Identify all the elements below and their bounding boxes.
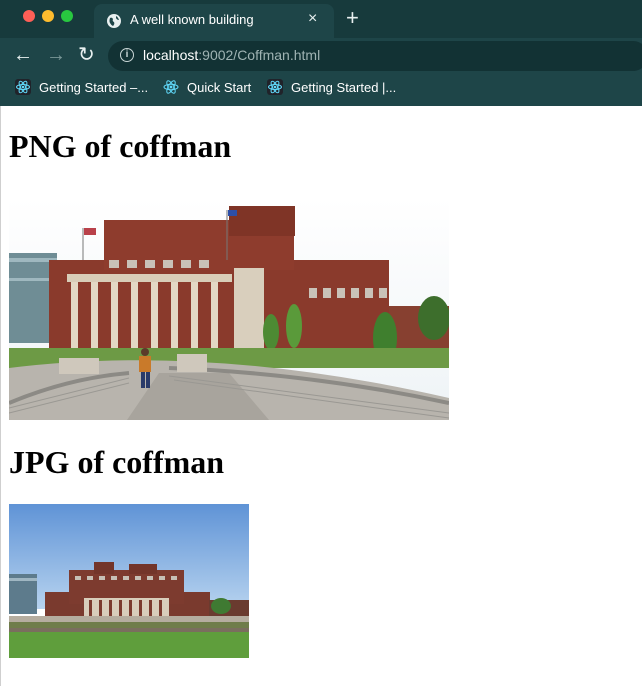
tab-title: A well known building (130, 12, 254, 27)
jpg-heading: JPG of coffman (9, 444, 225, 480)
png-heading: PNG of coffman (9, 128, 232, 164)
bookmark-label: Getting Started |... (291, 79, 397, 95)
address-bar[interactable]: i localhost:9002/Coffman.html (108, 41, 642, 71)
bookmark-item[interactable]: Quick Start (163, 76, 251, 98)
url-host: localhost (143, 47, 199, 63)
globe-icon (106, 13, 122, 34)
close-window-button[interactable] (23, 10, 35, 22)
page-content: PNG of coffman JPG of coffman (0, 106, 642, 686)
react-icon (15, 79, 31, 95)
bookmark-label: Quick Start (187, 79, 252, 95)
jpg-building-photo (9, 504, 249, 658)
back-button[interactable]: ← (13, 44, 33, 66)
url-path: :9002/Coffman.html (198, 47, 321, 63)
tab-active[interactable]: A well known building × (94, 4, 334, 38)
bookmark-label: Getting Started –... (39, 79, 149, 95)
react-icon (267, 79, 283, 95)
forward-button[interactable]: → (46, 44, 66, 66)
bookmarks-bar: Getting Started –... Quick Start Getting… (0, 76, 642, 98)
react-icon (163, 80, 179, 94)
reload-button[interactable]: ↻ (78, 44, 95, 66)
maximize-window-button[interactable] (61, 10, 73, 22)
bookmark-item[interactable]: Getting Started |... (267, 76, 396, 98)
png-building-photo (9, 198, 449, 420)
minimize-window-button[interactable] (42, 10, 54, 22)
info-icon[interactable]: i (120, 48, 134, 62)
tab-close-icon[interactable]: × (308, 10, 317, 28)
url-text[interactable]: localhost:9002/Coffman.html (143, 47, 320, 63)
tab-strip: A well known building × + (0, 0, 642, 38)
bookmark-item[interactable]: Getting Started –... (15, 76, 148, 98)
browser-chrome: A well known building × + ← → ↻ i localh… (0, 0, 642, 106)
new-tab-button[interactable]: + (346, 6, 359, 30)
